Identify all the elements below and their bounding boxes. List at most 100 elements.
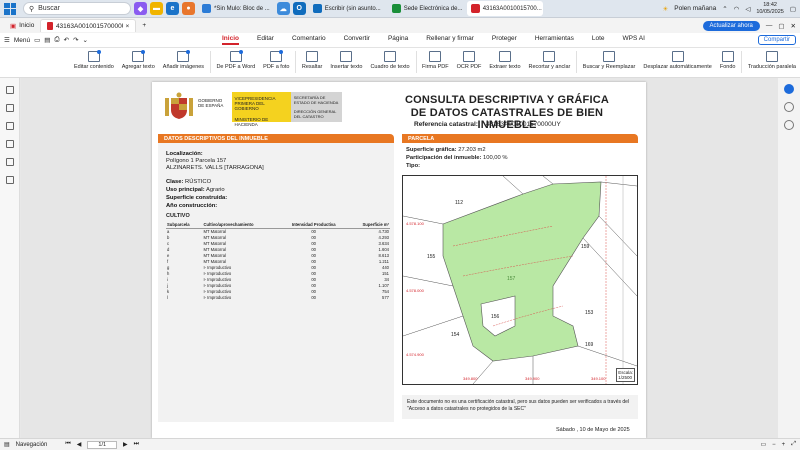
attachment-icon[interactable]	[5, 140, 14, 148]
document-area[interactable]: GOBIERNO DE ESPAÑA VICEPRESIDENCIA PRIME…	[21, 78, 778, 438]
clase-field: Clase: RÚSTICO	[166, 179, 212, 185]
taskbar-task-pdf[interactable]: 43163A0010015700...	[466, 1, 543, 16]
notification-icon[interactable]: ▢	[790, 5, 796, 13]
translate-icon	[765, 51, 778, 62]
tab-home[interactable]: ▣ Inicio	[4, 19, 40, 32]
text-box-tool[interactable]: Cuadro de texto	[366, 51, 413, 70]
weather-app-icon[interactable]: ☁	[276, 2, 290, 15]
firefox-icon[interactable]: ●	[182, 2, 195, 15]
weather-text[interactable]: Polen mañana	[674, 5, 716, 12]
update-now-button[interactable]: Actualizar ahora	[702, 20, 760, 31]
menu-tab-proteger[interactable]: Proteger	[492, 35, 517, 45]
pdf-to-word-tool[interactable]: De PDF a Word	[212, 50, 259, 70]
print-icon[interactable]: ⎙	[54, 36, 59, 44]
map-coord-x2: 349.900	[525, 376, 540, 381]
menu-tab-pagina[interactable]: Página	[388, 35, 408, 45]
volume-icon[interactable]: ◁	[745, 5, 750, 13]
ocr-icon	[462, 51, 475, 62]
page-indicator-input[interactable]: 1/1	[87, 440, 118, 449]
prev-page-icon[interactable]: ◀	[77, 441, 82, 448]
layers-icon[interactable]	[5, 176, 14, 184]
close-window-icon[interactable]: ✕	[791, 22, 796, 30]
first-page-icon[interactable]: ⏮	[65, 441, 70, 448]
cadastral-map: 112 155 159 157 156 154 153 169 4.578.10…	[402, 175, 638, 385]
menu-tab-wps-ai[interactable]: WPS AI	[623, 35, 645, 45]
extract-text-tool[interactable]: Extraer texto	[485, 51, 524, 70]
menu-tab-inicio[interactable]: Inicio	[222, 35, 239, 45]
copilot-icon[interactable]: ◆	[134, 2, 147, 15]
extract-text-icon	[498, 51, 511, 62]
auto-scroll-tool[interactable]: Desplazar automáticamente	[639, 51, 715, 70]
last-page-icon[interactable]: ⏭	[134, 441, 139, 448]
save-icon[interactable]: ▤	[44, 36, 50, 44]
maximize-icon[interactable]: ▢	[778, 22, 784, 30]
view-mode-icon[interactable]: ▭	[760, 441, 766, 448]
sign-pdf-tool[interactable]: Firma PDF	[418, 51, 453, 70]
zoom-out-icon[interactable]: −	[772, 442, 776, 448]
signature-icon	[429, 51, 442, 62]
add-images-tool[interactable]: Añadir imágenes	[159, 50, 208, 70]
hamburger-icon[interactable]: ☰	[4, 36, 10, 44]
map-scale: Escala: 1/2500	[616, 368, 635, 382]
chevron-down-icon[interactable]: ⌄	[83, 36, 88, 44]
thumbnails-icon[interactable]	[5, 104, 14, 112]
new-tab-button[interactable]: +	[136, 19, 152, 32]
menu-tab-comentario[interactable]: Comentario	[292, 35, 326, 45]
pdf-to-word-icon	[229, 50, 243, 62]
redo-icon[interactable]: ↷	[73, 36, 78, 44]
navigation-label[interactable]: Navegación	[16, 442, 48, 448]
assistant-icon[interactable]	[784, 84, 794, 94]
taskbar-search[interactable]: ⚲ Buscar	[23, 2, 131, 15]
parallel-translation-tool[interactable]: Traducción paralela	[744, 51, 800, 70]
minimize-icon[interactable]: —	[766, 22, 773, 29]
superficie-grafica-field: Superficie gráfica: 27.203 m2	[406, 147, 486, 153]
menu-tab-rellenar[interactable]: Rellenar y firmar	[426, 35, 474, 45]
edit-content-tool[interactable]: Editar contenido	[70, 50, 118, 70]
zoom-in-icon[interactable]: +	[782, 442, 786, 448]
edge-icon[interactable]: e	[166, 2, 179, 15]
add-text-icon	[132, 50, 146, 62]
add-text-tool[interactable]: Agregar texto	[118, 50, 159, 70]
close-icon[interactable]: ×	[126, 23, 130, 30]
clock[interactable]: 18:42 10/05/2025	[756, 2, 784, 16]
next-page-icon[interactable]: ▶	[123, 441, 128, 448]
navigation-icon[interactable]: ▤	[4, 441, 10, 448]
insert-text-tool[interactable]: Insertar texto	[326, 51, 366, 70]
find-replace-tool[interactable]: Buscar y Reemplazar	[579, 51, 640, 70]
settings-icon[interactable]	[784, 120, 794, 130]
outlook-icon[interactable]: O	[292, 2, 306, 15]
highlight-icon	[306, 51, 319, 62]
crop-tool[interactable]: Recortar y anclar	[525, 51, 575, 70]
properties-icon[interactable]	[784, 102, 794, 112]
background-icon	[721, 51, 734, 62]
windows-start-icon[interactable]	[4, 2, 16, 15]
menu-tab-herramientas[interactable]: Herramientas	[535, 35, 574, 45]
map-coord-y2: 4.578.000	[406, 288, 424, 293]
menu-button[interactable]: Menú	[14, 37, 30, 44]
ocr-pdf-tool[interactable]: OCR PDF	[453, 51, 486, 70]
background-tool[interactable]: Fondo	[716, 51, 740, 70]
map-label-154: 154	[451, 332, 460, 338]
taskbar-task-sede[interactable]: Sede Electrónica de...	[388, 1, 464, 16]
pdf-to-image-tool[interactable]: PDF a foto	[259, 50, 293, 70]
section-descriptive-data: DATOS DESCRIPTIVOS DEL INMUEBLE	[158, 134, 394, 143]
bookmark-icon[interactable]	[5, 86, 14, 94]
open-icon[interactable]: ▭	[34, 36, 40, 44]
share-button[interactable]: Compartir	[757, 35, 796, 45]
search-icon: ⚲	[29, 5, 35, 13]
wifi-icon[interactable]: ◠	[734, 5, 740, 13]
comment-icon[interactable]	[5, 122, 14, 130]
fit-page-icon[interactable]: ⤢	[791, 441, 796, 448]
menu-tab-lote[interactable]: Lote	[592, 35, 605, 45]
menu-tab-convertir[interactable]: Convertir	[344, 35, 370, 45]
tab-document[interactable]: 43163A001001570000UY (1).pdf ×	[40, 19, 137, 32]
highlight-tool[interactable]: Resaltar	[298, 51, 326, 70]
taskbar-task-mail[interactable]: Escribir (sin asunto...	[309, 1, 385, 16]
chevron-up-icon[interactable]: ⌃	[722, 5, 727, 13]
search-panel-icon[interactable]	[5, 158, 14, 166]
undo-icon[interactable]: ↶	[64, 36, 69, 44]
menu-tab-editar[interactable]: Editar	[257, 35, 274, 45]
taskbar-task-notepad[interactable]: *Sin Mulo: Bloc de ...	[198, 1, 274, 16]
file-explorer-icon[interactable]: ▬	[150, 2, 163, 15]
descriptive-data-panel: Localización: Polígono 1 Parcela 157 ALZ…	[158, 143, 394, 422]
